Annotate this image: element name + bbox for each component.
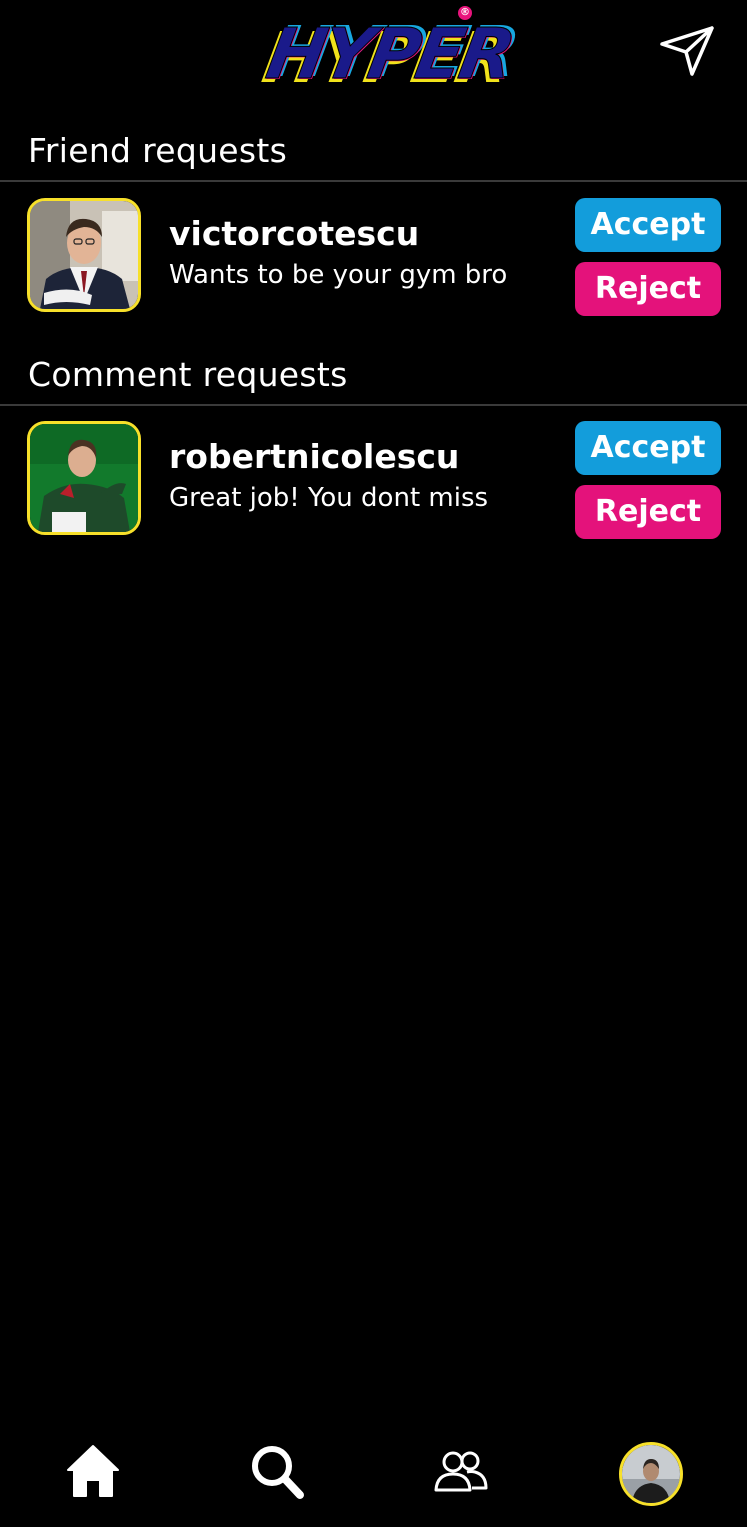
top-header: HYPER HYPER HYPER HYPER ® [0,0,747,110]
friend-request-accept-button[interactable]: Accept [575,198,721,252]
comment-requests-title: Comment requests [28,355,348,394]
nav-home-button[interactable] [64,1440,122,1500]
friend-request-row: victorcotescu Wants to be your gym bro A… [0,198,747,318]
search-icon [252,1446,304,1499]
comment-request-avatar[interactable] [27,421,141,535]
send-icon [660,26,714,76]
friend-request-username[interactable]: victorcotescu [169,214,419,253]
friend-requests-title: Friend requests [28,131,288,170]
send-message-button[interactable] [656,22,718,82]
comment-request-reject-button[interactable]: Reject [575,485,721,539]
comment-request-row: robertnicolescu Great job! You dont miss… [0,421,747,541]
friends-icon [434,1451,488,1492]
logo-registered-mark: ® [458,6,472,20]
friend-request-avatar[interactable] [27,198,141,312]
comment-request-username[interactable]: robertnicolescu [169,437,459,476]
friend-requests-divider [0,180,747,182]
nav-search-button[interactable] [248,1442,306,1502]
bottom-navigation [0,1420,747,1527]
friend-request-reject-button[interactable]: Reject [575,262,721,316]
comment-request-message: Great job! You dont miss [169,483,489,513]
hyper-logo: HYPER HYPER HYPER HYPER ® [257,6,522,102]
person-photo [30,201,138,309]
nav-profile-button[interactable] [619,1442,683,1506]
friend-request-message: Wants to be your gym bro [169,260,508,290]
comment-requests-divider [0,404,747,406]
logo-layer-navy: HYPER [260,13,518,96]
comment-request-accept-button[interactable]: Accept [575,421,721,475]
profile-avatar [622,1445,680,1503]
person-photo [30,424,138,532]
home-icon [67,1445,119,1497]
nav-friends-button[interactable] [433,1450,489,1492]
